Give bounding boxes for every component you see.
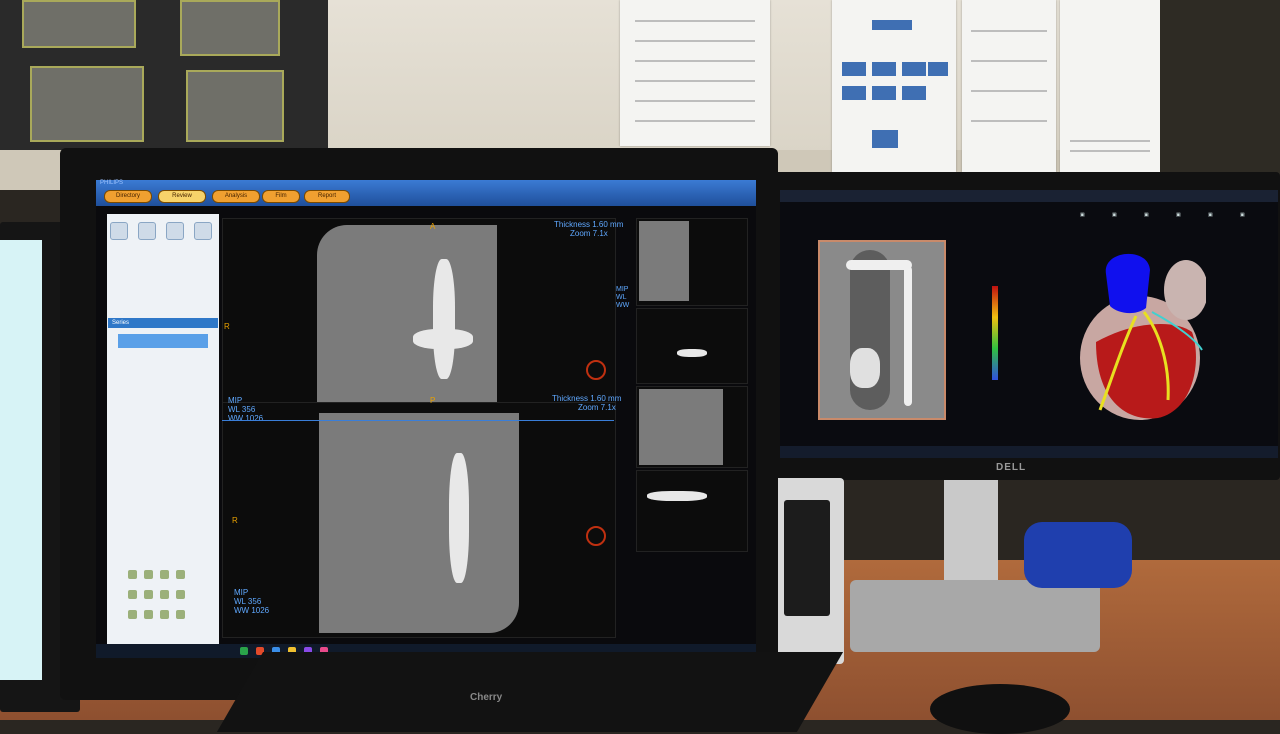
top-view-wl: WL 356	[228, 405, 256, 414]
ct-small-view-4[interactable]	[636, 470, 748, 552]
toolbar-icon[interactable]: ▣	[1240, 212, 1245, 218]
right-monitor-stand	[944, 478, 998, 588]
document-4	[1060, 0, 1160, 176]
stapler	[1024, 522, 1132, 588]
top-view-zoom: Zoom 7.1x	[570, 229, 608, 238]
color-scale-bar	[992, 286, 998, 380]
toolbar-icon[interactable]: ▣	[1144, 212, 1149, 218]
poster	[0, 0, 328, 150]
toolbar-icon[interactable]: ▣	[1176, 212, 1181, 218]
tool-icon[interactable]	[110, 222, 128, 240]
tab-review[interactable]: Review	[158, 190, 206, 203]
document-3	[962, 0, 1056, 172]
toolbar-icon[interactable]: ▣	[1112, 212, 1117, 218]
tab-film[interactable]: Film	[262, 190, 300, 203]
tool-icon[interactable]	[138, 222, 156, 240]
mouse	[930, 684, 1070, 734]
ct-small-view-2[interactable]	[636, 308, 748, 384]
document-1	[620, 0, 770, 146]
small-view-label: MIP	[616, 286, 629, 293]
bottom-view-mode: MIP	[234, 588, 249, 597]
top-view-thickness: Thickness 1.60 mm	[554, 220, 624, 229]
ct-small-view-1[interactable]	[636, 218, 748, 306]
ct-small-view-3[interactable]	[636, 386, 748, 468]
tool-icon[interactable]	[166, 222, 184, 240]
series-header[interactable]: Series	[108, 318, 218, 328]
tools-palette	[124, 566, 220, 636]
small-view-label: WL	[616, 294, 627, 301]
keyboard	[216, 652, 844, 732]
computer-front-panel	[784, 500, 830, 616]
small-view-label: WW	[616, 302, 630, 309]
app-brand: PHILIPS	[100, 180, 124, 186]
tab-directory[interactable]: Directory	[104, 190, 152, 203]
crosshair-line	[222, 420, 614, 421]
dell-logo: DELL	[996, 462, 1027, 473]
taskbar-icon[interactable]	[240, 647, 248, 655]
bottom-view-thickness: Thickness 1.60 mm	[552, 394, 622, 403]
orientation-label: A	[430, 222, 436, 231]
bottom-view-zoom: Zoom 7.1x	[578, 403, 616, 412]
document-2	[832, 0, 956, 172]
sidebar-icons	[108, 218, 218, 248]
series-item[interactable]	[118, 334, 208, 348]
ct-view-bottom[interactable]	[222, 402, 616, 638]
bottom-view-wl: WL 356	[234, 597, 262, 606]
right-monitor-titlebar	[780, 190, 1278, 202]
bottom-view-ww: WW 1026	[234, 606, 270, 615]
orientation-label: R	[232, 516, 238, 525]
tab-report[interactable]: Report	[304, 190, 350, 203]
target-marker[interactable]	[586, 360, 606, 380]
top-view-ww: WW 1026	[228, 414, 264, 423]
heart-3d-render[interactable]	[1066, 250, 1206, 422]
corkboard	[1160, 0, 1280, 180]
right-taskbar	[780, 446, 1278, 458]
toolbar-icon[interactable]: ▣	[1080, 212, 1085, 218]
toolbar-icon[interactable]: ▣	[1208, 212, 1213, 218]
orientation-label: P	[430, 396, 436, 405]
right-monitor-base	[850, 580, 1100, 652]
target-marker[interactable]	[586, 526, 606, 546]
orientation-label: R	[224, 322, 230, 331]
tab-analysis[interactable]: Analysis	[212, 190, 260, 203]
left-monitor-screen	[0, 240, 42, 680]
curved-planar-reformat-view[interactable]	[818, 240, 946, 420]
top-view-mode: MIP	[228, 396, 243, 405]
keyboard-brand: Cherry	[470, 692, 503, 703]
tool-icon[interactable]	[194, 222, 212, 240]
